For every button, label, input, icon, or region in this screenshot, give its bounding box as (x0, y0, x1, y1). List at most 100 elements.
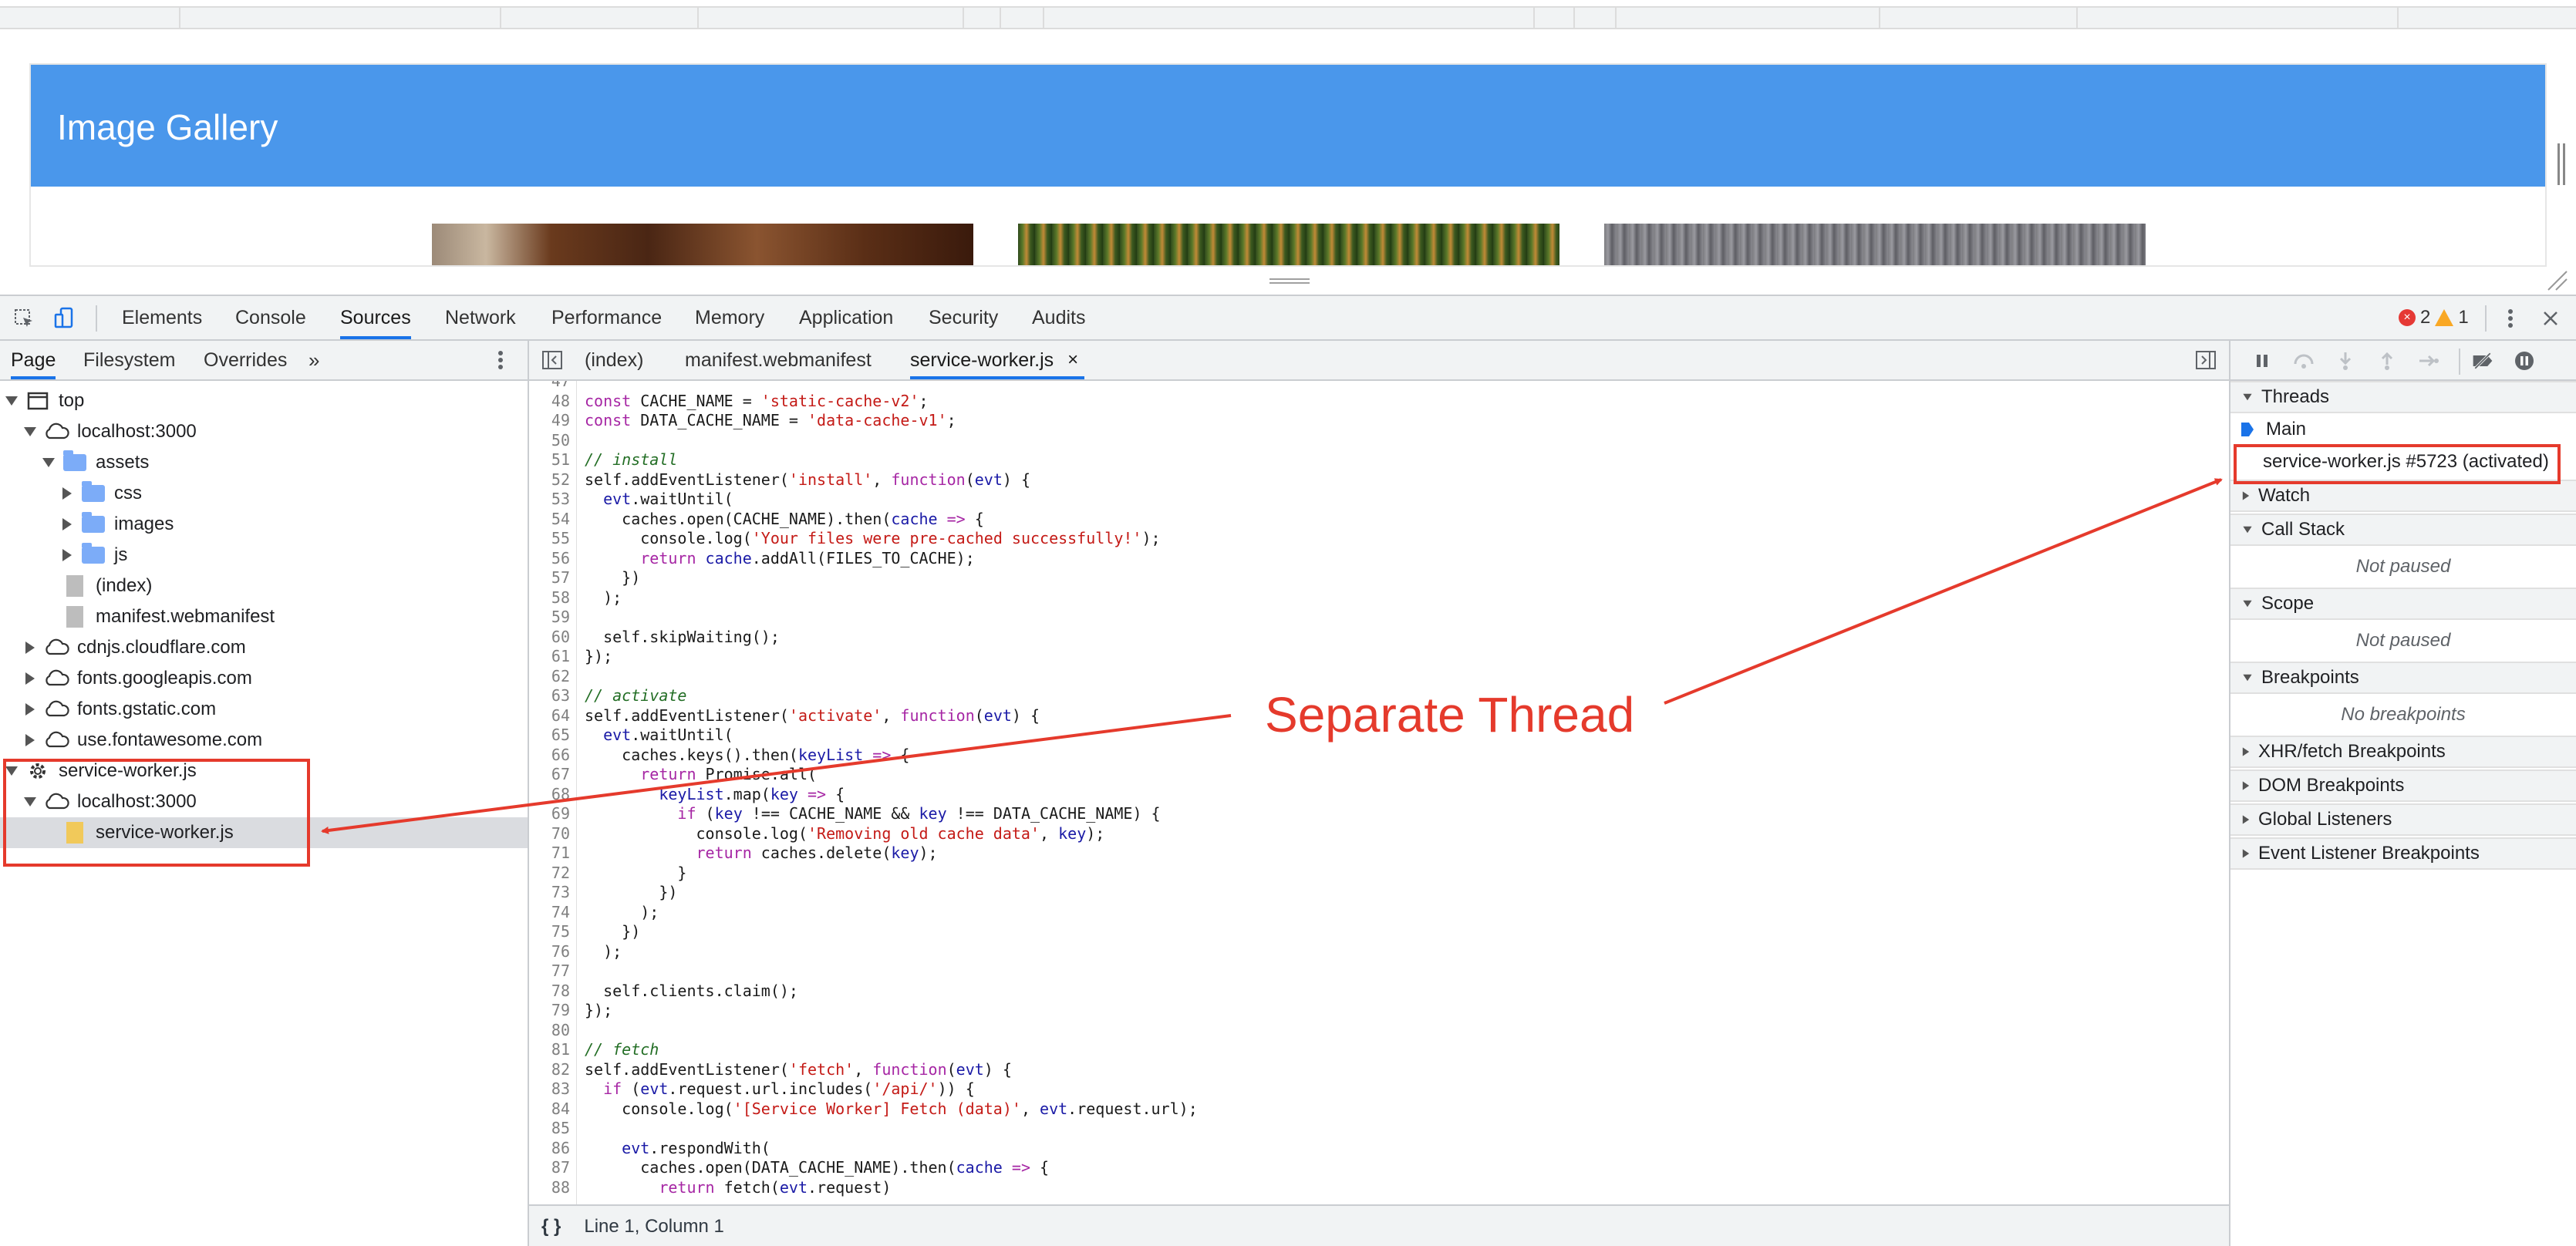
thread-main[interactable]: Main (2230, 413, 2576, 446)
tree-item-gstatic[interactable]: fonts.gstatic.com (0, 694, 528, 725)
tab-page[interactable]: Page (11, 341, 56, 379)
line-number[interactable]: 81 (551, 1040, 570, 1060)
line-number[interactable]: 68 (551, 785, 570, 805)
line-number[interactable]: 61 (551, 647, 570, 667)
tab-security[interactable]: Security (929, 296, 998, 339)
line-number[interactable]: 80 (551, 1021, 570, 1041)
tree-item-index[interactable]: (index) (0, 571, 528, 601)
line-number[interactable]: 75 (551, 922, 570, 942)
line-number[interactable]: 79 (551, 1001, 570, 1021)
tab-audits[interactable]: Audits (1032, 296, 1085, 339)
line-number[interactable]: 66 (551, 746, 570, 766)
line-number[interactable]: 87 (551, 1158, 570, 1178)
line-number[interactable]: 86 (551, 1139, 570, 1159)
tab-console[interactable]: Console (235, 296, 306, 339)
tab-overrides[interactable]: Overrides (204, 341, 287, 379)
xhr-breakpoints-header[interactable]: XHR/fetch Breakpoints (2230, 736, 2576, 768)
line-number[interactable]: 76 (551, 942, 570, 962)
toggle-debugger-icon[interactable] (2195, 341, 2217, 379)
tree-item-localhost[interactable]: localhost:3000 (0, 416, 528, 447)
line-number[interactable]: 59 (551, 608, 570, 628)
line-number[interactable]: 51 (551, 450, 570, 470)
line-number[interactable]: 47 (551, 381, 570, 392)
step-out-icon[interactable] (2375, 350, 2399, 372)
gallery-image[interactable] (1604, 224, 2146, 265)
scope-pane-header[interactable]: Scope (2230, 588, 2576, 620)
toggle-navigator-icon[interactable] (541, 341, 563, 379)
line-number[interactable]: 63 (551, 686, 570, 706)
breakpoints-pane-header[interactable]: Breakpoints (2230, 662, 2576, 694)
tree-item-js[interactable]: js (0, 540, 528, 571)
error-warning-counter[interactable]: × 2 1 (2399, 307, 2469, 328)
threads-pane-header[interactable]: Threads (2230, 381, 2576, 413)
code-area[interactable]: 47 48 49 50 51 52 53 54 55 56 57 58 59 60 61 62 63 64 65 66… (529, 381, 2229, 1204)
device-toolbar-icon[interactable] (51, 305, 77, 332)
line-number[interactable]: 50 (551, 431, 570, 451)
gallery-image[interactable] (432, 224, 973, 265)
more-options-icon[interactable] (2497, 305, 2524, 332)
line-number[interactable]: 53 (551, 490, 570, 510)
line-number[interactable]: 77 (551, 961, 570, 982)
close-tab-icon[interactable]: × (1067, 341, 1078, 379)
line-number[interactable]: 73 (551, 883, 570, 903)
tab-network[interactable]: Network (445, 296, 516, 339)
line-number[interactable]: 70 (551, 824, 570, 844)
tree-item-images[interactable]: images (0, 509, 528, 540)
navigator-menu-icon[interactable] (497, 341, 504, 379)
tree-item-css[interactable]: css (0, 478, 528, 509)
step-into-icon[interactable] (2334, 350, 2357, 372)
tab-performance[interactable]: Performance (551, 296, 662, 339)
close-icon[interactable] (2537, 305, 2564, 332)
tab-sources[interactable]: Sources (340, 296, 411, 339)
deactivate-breakpoints-icon[interactable] (2471, 350, 2494, 372)
tree-item-manifest[interactable]: manifest.webmanifest (0, 601, 528, 632)
tree-item-assets[interactable]: assets (0, 447, 528, 478)
line-number[interactable]: 49 (551, 411, 570, 431)
tab-application[interactable]: Application (799, 296, 893, 339)
line-gutter[interactable]: 47 48 49 50 51 52 53 54 55 56 57 58 59 60 61 62 63 64 65 66… (529, 381, 577, 1204)
step-over-icon[interactable] (2292, 350, 2315, 372)
line-number[interactable]: 55 (551, 529, 570, 549)
line-number[interactable]: 72 (551, 864, 570, 884)
gallery-image[interactable] (1018, 224, 1559, 265)
line-number[interactable]: 64 (551, 706, 570, 726)
line-number[interactable]: 83 (551, 1079, 570, 1100)
scrollbar[interactable] (2557, 143, 2565, 185)
line-number[interactable]: 78 (551, 982, 570, 1002)
line-number[interactable]: 60 (551, 628, 570, 648)
pause-icon[interactable] (2251, 350, 2274, 372)
line-number[interactable]: 71 (551, 844, 570, 864)
line-number[interactable]: 62 (551, 667, 570, 687)
tab-memory[interactable]: Memory (695, 296, 764, 339)
tab-elements[interactable]: Elements (122, 296, 202, 339)
line-number[interactable]: 57 (551, 568, 570, 588)
global-listeners-header[interactable]: Global Listeners (2230, 803, 2576, 836)
line-number[interactable]: 74 (551, 903, 570, 923)
line-number[interactable]: 67 (551, 765, 570, 785)
line-number[interactable]: 85 (551, 1119, 570, 1139)
dom-breakpoints-header[interactable]: DOM Breakpoints (2230, 769, 2576, 802)
line-number[interactable]: 69 (551, 804, 570, 824)
event-listener-breakpoints-header[interactable]: Event Listener Breakpoints (2230, 837, 2576, 870)
resize-handle[interactable] (1269, 276, 1310, 287)
line-number[interactable]: 54 (551, 510, 570, 530)
more-tabs-chevron-icon[interactable]: » (309, 341, 319, 379)
pretty-print-button[interactable]: { } (541, 1216, 561, 1238)
line-number[interactable]: 58 (551, 588, 570, 608)
line-number[interactable]: 52 (551, 470, 570, 490)
tree-item-cdnjs[interactable]: cdnjs.cloudflare.com (0, 632, 528, 663)
inspect-element-icon[interactable] (11, 305, 37, 332)
watch-pane-header[interactable]: Watch (2230, 480, 2576, 512)
editor-tab-service-worker[interactable]: service-worker.js × (910, 341, 1085, 379)
tree-item-googleapis[interactable]: fonts.googleapis.com (0, 663, 528, 694)
corner-resize-icon[interactable] (2545, 268, 2568, 291)
editor-tab-manifest[interactable]: manifest.webmanifest (685, 341, 872, 379)
tree-item-top[interactable]: top (0, 386, 528, 416)
line-number[interactable]: 48 (551, 392, 570, 412)
pause-on-exceptions-icon[interactable] (2513, 350, 2536, 372)
line-number[interactable]: 56 (551, 549, 570, 569)
line-number[interactable]: 82 (551, 1060, 570, 1080)
step-icon[interactable] (2417, 350, 2440, 372)
line-number[interactable]: 84 (551, 1100, 570, 1120)
tab-filesystem[interactable]: Filesystem (83, 341, 175, 379)
